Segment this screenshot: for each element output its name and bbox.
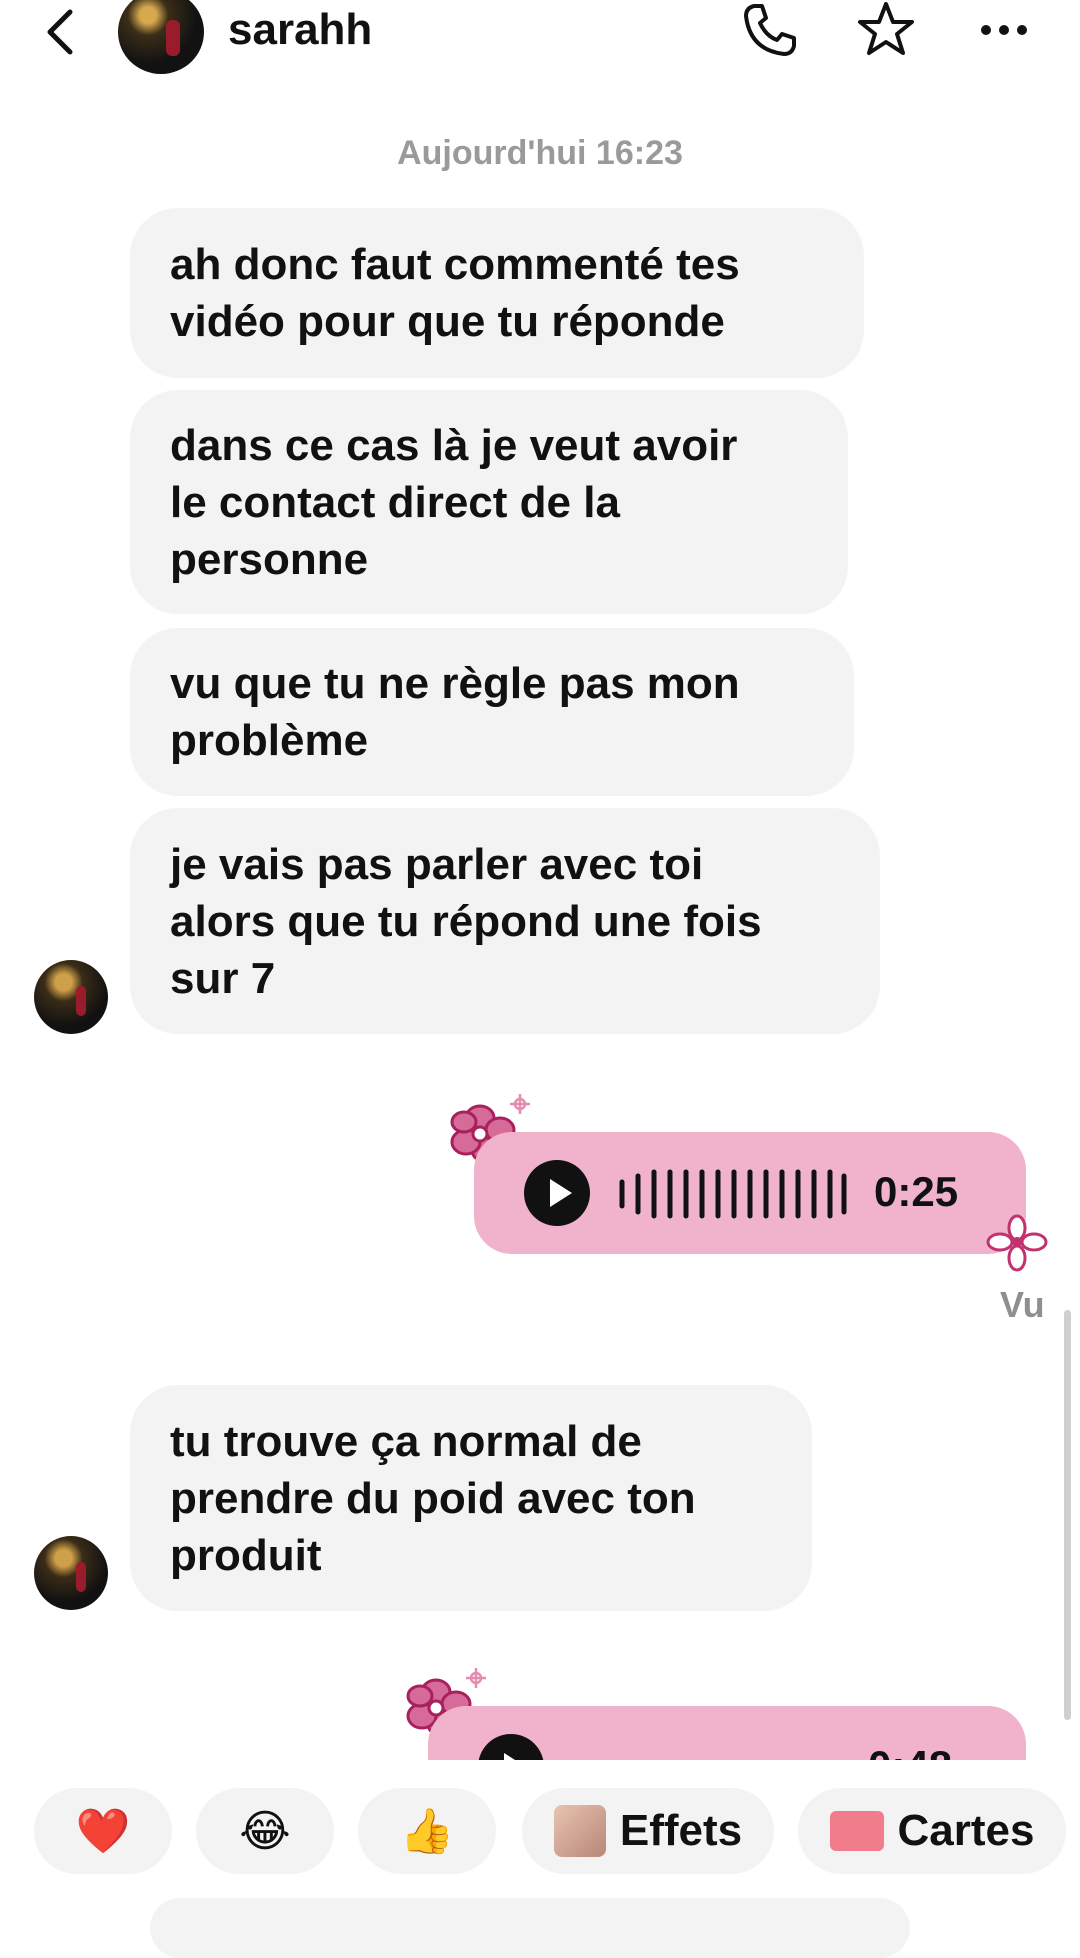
sender-avatar[interactable] [34,960,108,1034]
effects-button[interactable]: Effets [522,1788,774,1874]
heart-reaction-button[interactable]: ❤️ [34,1788,172,1874]
waveform-icon [619,1169,847,1219]
username[interactable]: sarahh [228,2,372,58]
message-input[interactable] [150,1898,910,1958]
effects-label: Effets [619,1806,743,1855]
message-bubble[interactable]: vu que tu ne règle pas mon problème [130,628,854,796]
sender-avatar[interactable] [34,1536,108,1610]
scrollbar[interactable] [1064,1310,1071,1720]
message-bubble[interactable]: tu trouve ça normal de prendre du poid a… [130,1385,812,1611]
voice-message[interactable]: 0:25 [474,1132,1026,1254]
gift-card-icon [829,1811,884,1851]
cards-label: Cartes [897,1806,1035,1855]
phone-icon[interactable] [740,0,800,60]
cards-button[interactable]: Cartes [798,1788,1066,1874]
laugh-reaction-button[interactable]: 😂 [196,1788,334,1874]
thumbs-up-button[interactable]: 👍 [358,1788,496,1874]
chat-header: sarahh [0,0,1080,74]
flower-sticker-icon [986,1214,1048,1272]
message-bubble[interactable]: je vais pas parler avec toi alors que tu… [130,808,880,1034]
star-icon[interactable] [856,0,916,60]
thumbs-up-icon: 👍 [399,1807,455,1856]
face-effect-icon [553,1805,606,1857]
quick-actions-bar: ❤️ 😂 👍 Effets Cartes [0,1760,1080,1958]
message-bubble[interactable]: dans ce cas là je veut avoir le contact … [130,390,848,614]
laughing-emoji-icon: 😂 [239,1806,291,1856]
conversation-timestamp: Aujourd'hui 16:23 [397,134,683,172]
seen-status: Vu [1000,1284,1045,1325]
play-icon[interactable] [524,1160,590,1226]
more-horizontal-icon[interactable] [974,4,1034,64]
message-bubble[interactable]: ah donc faut commenté tes vidéo pour que… [130,208,864,378]
voice-duration: 0:25 [874,1168,959,1215]
avatar[interactable] [118,0,204,74]
chevron-left-icon[interactable] [40,4,80,60]
heart-icon: ❤️ [75,1807,131,1856]
